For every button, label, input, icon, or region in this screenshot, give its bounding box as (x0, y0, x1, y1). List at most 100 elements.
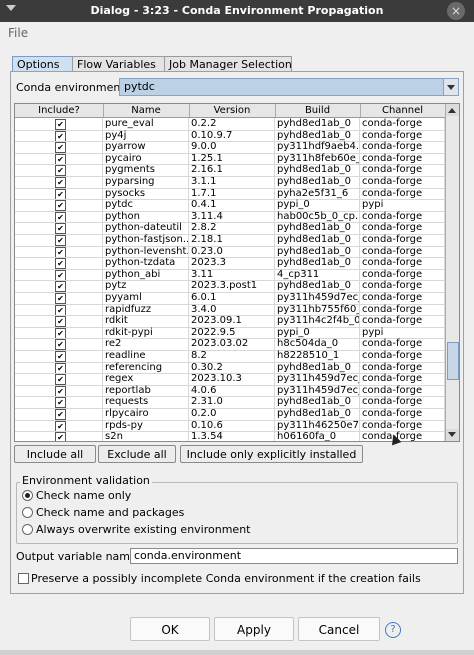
version-cell: 2023.09.1 (189, 315, 275, 327)
window-bottom-edge (0, 650, 474, 655)
version-cell: 2023.3.post1 (189, 280, 275, 292)
include-checkbox[interactable]: ✔ (55, 246, 66, 258)
include-checkbox[interactable]: ✔ (55, 130, 66, 142)
column-header-channel[interactable]: Channel (360, 104, 446, 117)
include-checkbox[interactable]: ✔ (55, 119, 66, 130)
include-checkbox[interactable]: ✔ (55, 165, 66, 176)
include-checkbox[interactable]: ✔ (55, 293, 66, 304)
include-cell: ✔ (15, 408, 103, 420)
include-checkbox[interactable]: ✔ (55, 258, 66, 269)
include-checkbox[interactable]: ✔ (55, 281, 66, 292)
name-cell: pyarrow (103, 141, 189, 153)
radio-label-check-name-only[interactable]: Check name only (36, 489, 131, 502)
build-cell: pyhd8ed1ab_0 (275, 222, 360, 234)
include-checkbox[interactable]: ✔ (55, 177, 66, 188)
build-cell: pyha2e5f31_6 (275, 187, 360, 200)
scroll-up-icon[interactable] (446, 104, 459, 116)
include-cell: ✔ (15, 129, 103, 142)
preserve-checkbox[interactable] (18, 573, 29, 584)
radio-always-overwrite[interactable] (22, 524, 33, 535)
include-explicit-button[interactable]: Include only explicitly installed (180, 445, 363, 463)
build-cell: py311h46250e7... (277, 419, 360, 432)
include-checkbox[interactable]: ✔ (55, 269, 66, 281)
include-checkbox[interactable]: ✔ (55, 397, 66, 408)
scroll-down-icon[interactable] (446, 429, 459, 441)
channel-cell: conda-forge (360, 257, 445, 269)
apply-button[interactable]: Apply (214, 617, 294, 641)
channel-cell: conda-forge (360, 350, 445, 362)
include-checkbox[interactable]: ✔ (55, 304, 66, 316)
version-cell: 0.23.0 (189, 245, 275, 258)
include-checkbox[interactable]: ✔ (55, 351, 66, 362)
include-checkbox[interactable]: ✔ (55, 211, 66, 223)
channel-cell: conda-forge (360, 396, 445, 408)
include-checkbox[interactable]: ✔ (55, 409, 66, 420)
output-variable-field[interactable] (130, 548, 458, 564)
exclude-all-button[interactable]: Exclude all (98, 445, 176, 463)
include-checkbox[interactable]: ✔ (55, 374, 66, 385)
build-cell: py311h459d7ec_1 (277, 292, 360, 304)
include-checkbox[interactable]: ✔ (55, 362, 66, 374)
include-cell: ✔ (15, 152, 103, 165)
column-header-name[interactable]: Name (103, 104, 190, 117)
build-cell: py311h459d7ec_0 (277, 384, 360, 397)
column-header-build[interactable]: Build (275, 104, 361, 117)
menu-file[interactable]: File (8, 26, 28, 40)
name-cell: rlpycairo (103, 408, 189, 420)
conda-environment-select[interactable]: pytdc (119, 78, 459, 96)
include-checkbox[interactable]: ✔ (55, 200, 66, 211)
channel-cell: conda-forge (360, 245, 445, 258)
channel-cell: conda-forge (360, 373, 445, 385)
ok-button[interactable]: OK (130, 617, 210, 641)
include-checkbox[interactable]: ✔ (55, 420, 66, 432)
include-cell: ✔ (15, 141, 103, 153)
version-cell: 0.10.6 (189, 419, 275, 432)
help-icon[interactable]: ? (385, 622, 401, 638)
version-cell: 4.0.6 (189, 384, 275, 397)
build-cell: h8c504da_0 (275, 338, 360, 350)
scroll-thumb[interactable] (447, 342, 459, 380)
build-cell: pyhd8ed1ab_0 (275, 176, 360, 188)
channel-cell: conda-forge (360, 268, 445, 281)
build-cell: py311h4c2f4b_0 (277, 315, 360, 327)
include-checkbox[interactable]: ✔ (55, 385, 66, 397)
name-cell: re2 (103, 338, 189, 350)
chevron-down-icon[interactable] (443, 79, 458, 95)
include-checkbox[interactable]: ✔ (55, 153, 66, 165)
radio-check-name-only[interactable] (22, 490, 33, 501)
include-checkbox[interactable]: ✔ (55, 339, 66, 350)
tab-job-manager-selection[interactable]: Job Manager Selection (164, 56, 292, 72)
include-cell: ✔ (15, 164, 103, 176)
tab-options[interactable]: Options (12, 56, 73, 72)
channel-cell: conda-forge (360, 210, 445, 223)
include-cell: ✔ (15, 292, 103, 304)
column-header-version[interactable]: Version (189, 104, 276, 117)
output-variable-input[interactable] (131, 549, 457, 562)
include-checkbox[interactable]: ✔ (55, 188, 66, 200)
include-checkbox[interactable]: ✔ (55, 432, 66, 441)
include-checkbox[interactable]: ✔ (55, 235, 66, 246)
tab-flow-variables[interactable]: Flow Variables (72, 56, 165, 72)
radio-label-check-name-and-packages[interactable]: Check name and packages (36, 506, 184, 519)
table-scrollbar[interactable] (445, 104, 459, 441)
version-cell: 0.2.2 (189, 118, 275, 130)
include-checkbox[interactable]: ✔ (55, 316, 66, 327)
include-cell: ✔ (15, 187, 103, 200)
include-checkbox[interactable]: ✔ (55, 223, 66, 234)
radio-check-name-and-packages[interactable] (22, 507, 33, 518)
version-cell: 2023.10.3 (189, 373, 275, 385)
include-checkbox[interactable]: ✔ (55, 142, 66, 153)
cancel-button[interactable]: Cancel (298, 617, 380, 641)
version-cell: 2023.03.02 (189, 338, 275, 350)
include-checkbox[interactable]: ✔ (55, 327, 66, 339)
preserve-checkbox-label[interactable]: Preserve a possibly incomplete Conda env… (31, 572, 421, 585)
radio-label-always-overwrite[interactable]: Always overwrite existing environment (36, 523, 250, 536)
include-all-button[interactable]: Include all (14, 445, 96, 463)
build-cell: pyhd8ed1ab_0 (275, 164, 360, 176)
channel-cell: conda-forge (360, 176, 445, 188)
name-cell: python-dateutil (103, 222, 189, 234)
table-row[interactable]: ✔ s2n 1.3.54 h06160fa_0 conda-forge (15, 431, 445, 441)
column-header-include[interactable]: Include? (15, 104, 104, 117)
version-cell: 0.30.2 (189, 361, 275, 374)
close-icon[interactable]: × (447, 2, 465, 20)
